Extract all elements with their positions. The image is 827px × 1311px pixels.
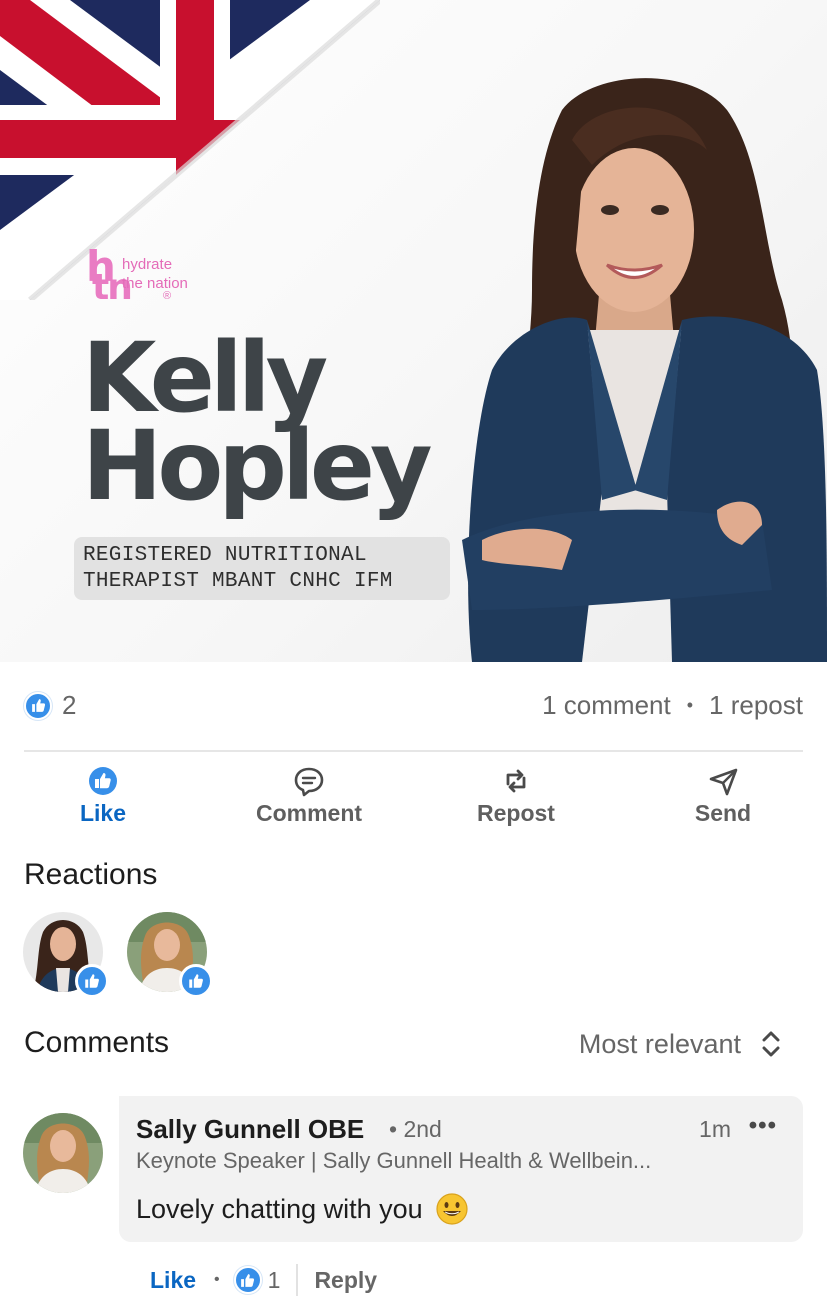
reactor-1-like-badge-icon	[75, 964, 109, 998]
credential-line-2: THERAPIST MBANT CNHC IFM	[83, 570, 393, 593]
reactions-heading: Reactions	[24, 858, 158, 891]
commenter-avatar[interactable]	[23, 1113, 103, 1193]
like-button-label: Like	[79, 800, 127, 826]
logo-line-hydrate: hydrate	[122, 256, 173, 273]
comment-text: Lovely chatting with you	[136, 1193, 423, 1224]
reaction-count-number: 2	[62, 690, 77, 720]
comment-text-row: Lovely chatting with you	[136, 1192, 469, 1226]
comment-like-button[interactable]: Like	[150, 1267, 196, 1294]
credential-label: REGISTERED NUTRITIONAL THERAPIST MBANT C…	[74, 537, 450, 600]
repost-icon	[506, 769, 526, 793]
sort-icon	[762, 1031, 780, 1057]
connection-degree: • 2nd	[389, 1116, 442, 1142]
comment-action-divider	[296, 1264, 299, 1296]
comment-like-count: 1	[267, 1266, 281, 1293]
comment-button[interactable]: Comment	[234, 762, 384, 832]
comment-reply-button[interactable]: Reply	[314, 1267, 377, 1294]
social-counts: 2 1 comment • 1 repost	[24, 690, 803, 726]
send-icon	[709, 768, 738, 796]
sort-dropdown[interactable]: Most relevant	[579, 1028, 783, 1060]
credential-line-1: REGISTERED NUTRITIONAL	[83, 544, 367, 567]
send-button[interactable]: Send	[648, 762, 798, 832]
headline-last-name: Hopley	[82, 410, 433, 522]
post-image[interactable]: h tn hydrate the nation ® Kelly Hopley R…	[0, 0, 827, 662]
comment-button-label: Comment	[255, 800, 363, 826]
reaction-count[interactable]: 2	[24, 690, 76, 721]
comment-count-link[interactable]: 1 comment	[542, 690, 671, 721]
logo-registered-mark: ®	[163, 290, 172, 302]
comment-bubble[interactable]: Sally Gunnell OBE • 2nd 1m ••• Keynote S…	[119, 1096, 803, 1242]
comment-repost-counts: 1 comment • 1 repost	[542, 690, 803, 721]
comment-more-options-button[interactable]: •••	[749, 1112, 777, 1140]
send-button-label: Send	[694, 800, 752, 826]
repost-count-link[interactable]: 1 repost	[709, 690, 803, 721]
like-icon	[89, 767, 117, 795]
sort-label: Most relevant	[578, 1028, 741, 1059]
comment-actions: Like • 1 Reply	[150, 1262, 377, 1298]
comment-timestamp: 1m	[699, 1116, 731, 1142]
divider	[24, 750, 803, 752]
hydrate-the-nation-logo: h tn hydrate the nation ®	[86, 246, 226, 306]
comments-heading: Comments	[24, 1026, 170, 1059]
comment-action-separator: •	[214, 1271, 220, 1288]
post-action-bar: Like Comment Repost Send	[0, 762, 827, 832]
repost-button[interactable]: Repost	[441, 762, 591, 832]
like-button[interactable]: Like	[28, 762, 178, 832]
reactor-2-like-badge-icon	[179, 964, 213, 998]
comment-author-name[interactable]: Sally Gunnell OBE	[136, 1114, 364, 1145]
comment-reaction-count[interactable]: 1	[233, 1266, 281, 1294]
comment-like-icon	[233, 1266, 262, 1294]
like-icon	[24, 691, 52, 720]
commenter-avatar-photo	[23, 1113, 103, 1193]
comment-author-headline: Keynote Speaker | Sally Gunnell Health &…	[136, 1148, 652, 1173]
logo-line-the-nation: the nation	[122, 275, 188, 292]
comment-icon	[294, 767, 324, 797]
count-separator: •	[686, 695, 694, 715]
smile-emoji-icon	[436, 1193, 468, 1225]
repost-button-label: Repost	[477, 800, 555, 826]
portrait-photo	[462, 78, 827, 662]
